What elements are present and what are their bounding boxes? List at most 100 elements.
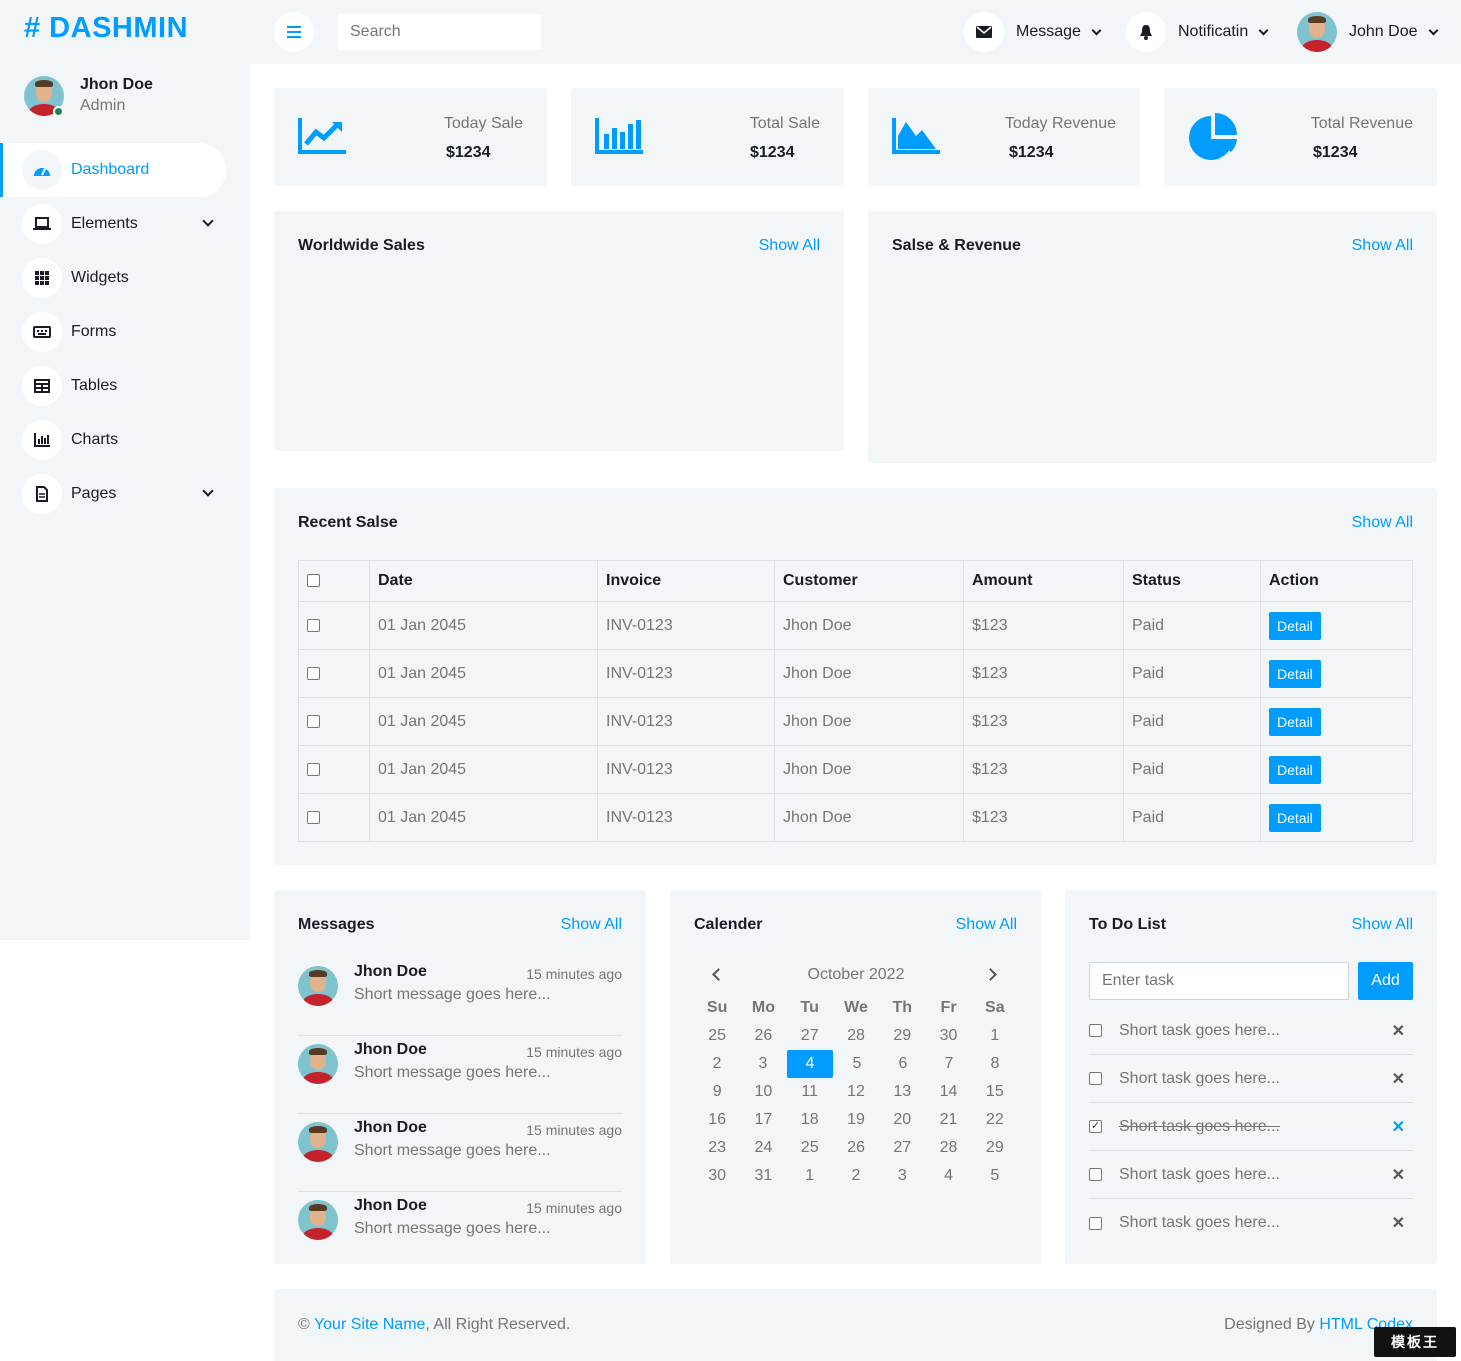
close-icon[interactable]: ✕ — [1392, 1165, 1405, 1185]
calendar-day[interactable]: 28 — [833, 1022, 879, 1050]
message-item[interactable]: Jhon Doe 15 minutes ago Short message go… — [298, 1036, 622, 1114]
site-name-link[interactable]: Your Site Name — [314, 1316, 425, 1333]
calendar-day[interactable]: 20 — [879, 1106, 925, 1134]
calendar-day[interactable]: 30 — [925, 1022, 971, 1050]
brand-logo[interactable]: # DASHMIN — [24, 12, 188, 45]
detail-button[interactable]: Detail — [1269, 755, 1321, 784]
calendar-day[interactable]: 25 — [694, 1022, 740, 1050]
calendar-day[interactable]: 3 — [879, 1162, 925, 1190]
detail-button[interactable]: Detail — [1269, 659, 1321, 688]
calendar-header: October 2022 — [694, 966, 1018, 986]
close-icon[interactable]: ✕ — [1392, 1213, 1405, 1233]
close-icon[interactable]: ✕ — [1392, 1021, 1405, 1041]
calendar-day[interactable]: 5 — [834, 1050, 880, 1078]
card-title: Salse & Revenue — [892, 237, 1021, 254]
calendar-day[interactable]: 11 — [787, 1078, 833, 1106]
show-all-link[interactable]: Show All — [956, 916, 1017, 934]
cell-status: Paid — [1123, 793, 1261, 842]
calendar-day[interactable]: 8 — [972, 1050, 1018, 1078]
cell-status: Paid — [1123, 649, 1261, 698]
calendar-day[interactable]: 21 — [925, 1106, 971, 1134]
add-task-button[interactable]: Add — [1358, 962, 1413, 1000]
detail-button[interactable]: Detail — [1269, 707, 1321, 736]
task-input[interactable] — [1089, 962, 1349, 1000]
calendar-day[interactable]: 26 — [740, 1022, 786, 1050]
calendar-day[interactable]: 19 — [833, 1106, 879, 1134]
calendar-day[interactable]: 30 — [694, 1162, 740, 1190]
row-checkbox[interactable] — [307, 714, 320, 728]
show-all-link[interactable]: Show All — [1352, 237, 1413, 255]
sidebar-item-forms[interactable]: Forms — [0, 305, 226, 359]
calendar-day[interactable]: 2 — [694, 1050, 740, 1078]
calendar-day[interactable]: 9 — [694, 1078, 740, 1106]
sidebar-item-elements[interactable]: Elements — [0, 197, 226, 251]
calendar-day[interactable]: 27 — [879, 1134, 925, 1162]
message-sender: Jhon Doe — [354, 1041, 427, 1058]
calendar-day[interactable]: 23 — [694, 1134, 740, 1162]
calendar-day[interactable]: 27 — [787, 1022, 833, 1050]
user-dropdown[interactable]: John Doe — [1297, 12, 1438, 52]
calendar-day[interactable]: 2 — [833, 1162, 879, 1190]
calendar-day[interactable]: 1 — [972, 1022, 1018, 1050]
message-item[interactable]: Jhon Doe 15 minutes ago Short message go… — [298, 1114, 622, 1192]
calendar-day[interactable]: 14 — [925, 1078, 971, 1106]
row-checkbox[interactable] — [307, 810, 320, 824]
calendar-day[interactable]: 29 — [879, 1022, 925, 1050]
task-checkbox[interactable] — [1089, 1072, 1102, 1085]
calendar-day[interactable]: 4 — [925, 1162, 971, 1190]
sidebar-item-widgets[interactable]: Widgets — [0, 251, 226, 305]
calendar-day[interactable]: 31 — [740, 1162, 786, 1190]
close-icon[interactable]: ✕ — [1392, 1069, 1405, 1089]
row-checkbox[interactable] — [307, 666, 320, 680]
task-checkbox[interactable] — [1089, 1168, 1102, 1181]
task-checkbox[interactable] — [1089, 1216, 1102, 1230]
row-checkbox[interactable] — [307, 762, 320, 776]
calendar-day[interactable]: 28 — [925, 1134, 971, 1162]
sidebar-item-pages[interactable]: Pages — [0, 467, 226, 521]
calendar-week: 30 31 1 2 3 4 5 — [694, 1162, 1018, 1190]
calendar-day[interactable]: 7 — [926, 1050, 972, 1078]
calendar-day[interactable]: 15 — [972, 1078, 1018, 1106]
message-time: 15 minutes ago — [526, 966, 622, 982]
search-input[interactable] — [338, 14, 541, 50]
calendar-day[interactable]: 17 — [740, 1106, 786, 1134]
calendar-day[interactable]: 22 — [972, 1106, 1018, 1134]
calendar-grid: Su Mo Tu We Th Fr Sa 25 26 27 28 29 30 1 2 3 4 5 6 7 8 9 10 11 1… — [694, 994, 1018, 1190]
show-all-link[interactable]: Show All — [1352, 916, 1413, 934]
show-all-link[interactable]: Show All — [561, 916, 622, 934]
column-header: Invoice — [597, 560, 775, 602]
calendar-day[interactable]: 29 — [972, 1134, 1018, 1162]
calendar-day[interactable]: 3 — [740, 1050, 786, 1078]
close-icon[interactable]: ✕ — [1392, 1117, 1405, 1137]
weekday-label: Mo — [751, 999, 775, 1016]
calendar-day[interactable]: 10 — [740, 1078, 786, 1106]
calendar-day[interactable]: 13 — [879, 1078, 925, 1106]
task-checkbox[interactable]: ✓ — [1089, 1120, 1102, 1133]
sidebar-item-charts[interactable]: Charts — [0, 413, 226, 467]
rights-text: , All Right Reserved. — [425, 1316, 571, 1333]
message-item[interactable]: Jhon Doe 15 minutes ago Short message go… — [298, 1192, 622, 1270]
sidebar-toggle-button[interactable] — [274, 12, 314, 52]
row-checkbox[interactable] — [307, 618, 320, 632]
calendar-day[interactable]: 5 — [972, 1162, 1018, 1190]
notification-dropdown[interactable]: Notificatin — [1126, 12, 1269, 52]
calendar-day[interactable]: 16 — [694, 1106, 740, 1134]
sidebar-item-dashboard[interactable]: Dashboard — [0, 143, 226, 197]
calendar-day[interactable]: 1 — [787, 1162, 833, 1190]
detail-button[interactable]: Detail — [1269, 803, 1321, 832]
detail-button[interactable]: Detail — [1269, 611, 1321, 640]
select-all-checkbox[interactable] — [307, 574, 320, 588]
calendar-day[interactable]: 12 — [833, 1078, 879, 1106]
sidebar-item-tables[interactable]: Tables — [0, 359, 226, 413]
show-all-link[interactable]: Show All — [759, 237, 820, 255]
calendar-day[interactable]: 6 — [880, 1050, 926, 1078]
calendar-day[interactable]: 25 — [787, 1134, 833, 1162]
message-dropdown[interactable]: Message — [964, 12, 1102, 52]
task-checkbox[interactable] — [1089, 1024, 1102, 1037]
calendar-day[interactable]: 26 — [833, 1134, 879, 1162]
show-all-link[interactable]: Show All — [1352, 514, 1413, 532]
message-item[interactable]: Jhon Doe 15 minutes ago Short message go… — [298, 958, 622, 1036]
calendar-day[interactable]: 4 — [787, 1050, 833, 1078]
calendar-day[interactable]: 24 — [740, 1134, 786, 1162]
calendar-day[interactable]: 18 — [787, 1106, 833, 1134]
